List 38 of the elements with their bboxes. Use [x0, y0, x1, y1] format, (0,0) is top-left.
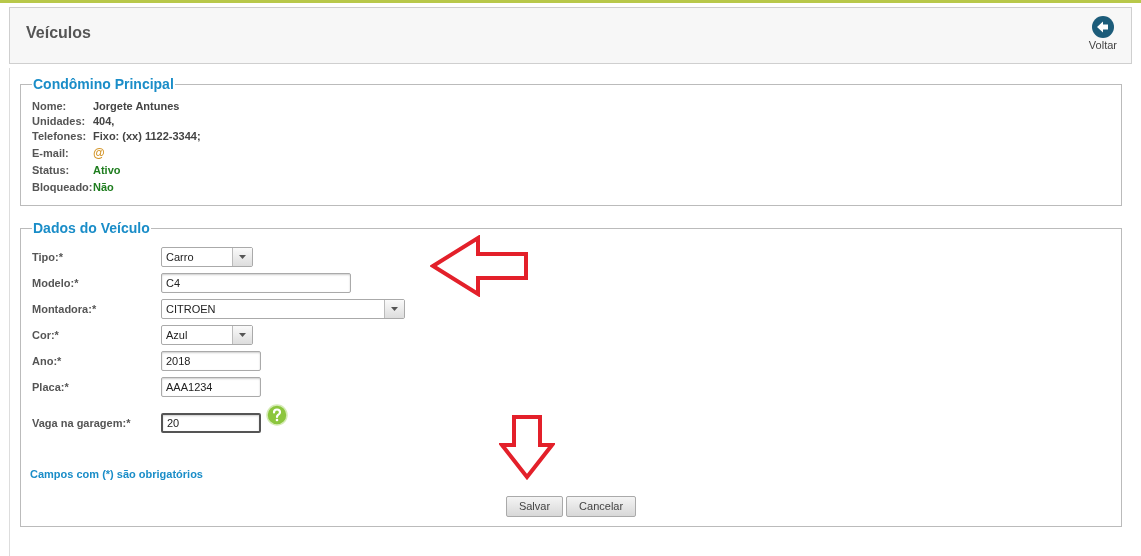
field-label: Cor:* — [32, 327, 60, 343]
info-value: Não — [93, 180, 114, 195]
help-icon[interactable] — [266, 404, 288, 426]
select-field[interactable]: Azul — [161, 325, 253, 345]
form-button[interactable]: Salvar — [505, 495, 564, 517]
text-field[interactable]: 20 — [161, 413, 261, 433]
text-field[interactable]: 2018 — [161, 351, 261, 371]
dropdown-caret-icon — [239, 255, 246, 259]
field-label: Placa:* — [32, 379, 70, 395]
text-field[interactable]: C4 — [161, 273, 351, 293]
select-field[interactable]: Carro — [161, 247, 253, 267]
dropdown-caret-icon — [391, 307, 398, 311]
field-label: Tipo:* — [32, 249, 64, 265]
back-button[interactable]: Voltar — [1088, 16, 1117, 52]
info-label: E-mail: — [32, 146, 70, 161]
info-label: Bloqueado: — [32, 180, 93, 195]
page-title: Veículos — [26, 23, 91, 43]
text-field[interactable]: AAA1234 — [161, 377, 261, 397]
info-value: @ — [93, 146, 105, 161]
dropdown-caret-icon — [239, 333, 246, 337]
required-fields-note: Campos com (*) são obrigatórios — [30, 467, 204, 482]
field-label: Modelo:* — [32, 275, 80, 291]
info-value: Ativo — [93, 163, 121, 178]
info-label: Status: — [32, 163, 71, 178]
info-label: Nome: — [32, 99, 68, 114]
field-label: Vaga na garagem:* — [32, 415, 132, 431]
down-arrow-annotation — [499, 414, 555, 480]
info-value: Jorgete Antunes — [93, 99, 180, 114]
info-value: 404, — [93, 114, 115, 129]
form-button[interactable]: Cancelar — [566, 495, 637, 517]
section-legend: Dados do Veículo — [32, 218, 151, 239]
section-legend: Condômino Principal — [32, 74, 175, 95]
field-label: Ano:* — [32, 353, 63, 369]
select-field[interactable]: CITROEN — [161, 299, 405, 319]
info-label: Unidades: — [32, 114, 87, 129]
info-label: Telefones: — [32, 129, 88, 144]
info-value: Fixo: (xx) 1122-3344; — [93, 129, 201, 144]
field-label: Montadora:* — [32, 301, 98, 317]
